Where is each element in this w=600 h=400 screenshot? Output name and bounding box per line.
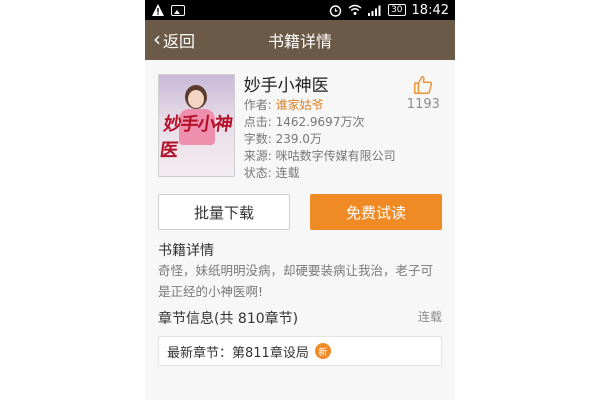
cover-title: 妙手小神医 — [158, 114, 234, 161]
free-trial-read-button[interactable]: 免费试读 — [310, 194, 442, 230]
source-row: 来源: 咪咕数字传媒有限公司 — [244, 148, 404, 165]
status-time: 18:42 — [411, 2, 449, 18]
chapter-header: 章节信息(共 810章节) 连载 — [145, 302, 455, 328]
book-info: 妙手小神医 妙手小神医 作者: 谁家姑爷 点击: 1462.9697万次 字数:… — [145, 60, 455, 182]
status-value: 连载 — [275, 166, 300, 180]
cover-figure-face — [188, 90, 204, 108]
book-cover[interactable]: 妙手小神医 — [158, 74, 235, 177]
author-row: 作者: 谁家姑爷 — [244, 97, 404, 114]
like-count: 1193 — [406, 97, 440, 112]
alarm-icon — [329, 4, 342, 17]
clicks-label: 点击: — [243, 115, 272, 129]
status-label: 状态: — [243, 166, 272, 180]
words-row: 字数: 239.0万 — [244, 131, 404, 148]
status-left — [151, 3, 185, 17]
clicks-row: 点击: 1462.9697万次 — [244, 114, 404, 131]
back-chevron-icon: ‹ — [153, 27, 161, 51]
phone-screen: 30 18:42 ‹ 返回 书籍详情 妙手小神医 妙手小神医 作者: 谁家姑爷 … — [145, 0, 455, 400]
back-label: 返回 — [163, 32, 196, 51]
new-badge-icon: 新 — [314, 343, 331, 359]
battery-icon: 30 — [388, 4, 406, 16]
back-button[interactable]: ‹ 返回 — [153, 20, 195, 60]
action-buttons: 批量下载 免费试读 — [145, 182, 455, 230]
thumbs-up-icon — [414, 75, 433, 94]
page-title: 书籍详情 — [267, 32, 332, 51]
latest-chapter-row[interactable]: 最新章节：第811章设局 新 — [158, 336, 442, 366]
book-description: 奇怪，妹纸明明没病，却硬要装病让我治，老子可是正经的小神医啊! — [158, 263, 434, 299]
batch-download-button[interactable]: 批量下载 — [158, 194, 290, 230]
book-title: 妙手小神医 — [243, 76, 329, 96]
chapter-status: 连载 — [417, 310, 442, 324]
words-value: 239.0万 — [275, 132, 322, 146]
words-label: 字数: — [243, 132, 272, 146]
status-bar: 30 18:42 — [145, 0, 455, 20]
signal-icon — [368, 5, 381, 16]
book-meta: 妙手小神医 作者: 谁家姑爷 点击: 1462.9697万次 字数: 239.0… — [244, 74, 404, 182]
warning-icon — [152, 4, 164, 16]
image-icon — [171, 4, 185, 16]
details-heading: 书籍详情 — [158, 243, 214, 259]
chapter-info-title: 章节信息(共 810章节) — [158, 311, 299, 327]
app-bar: ‹ 返回 书籍详情 — [145, 20, 455, 60]
status-row: 状态: 连载 — [244, 165, 404, 182]
wifi-icon — [348, 4, 362, 15]
source-value: 咪咕数字传媒有限公司 — [275, 149, 396, 163]
source-label: 来源: — [243, 149, 272, 163]
like-button[interactable]: 1193 — [404, 74, 443, 182]
latest-chapter-label: 最新章节：第811章设局 — [167, 345, 309, 361]
clicks-value: 1462.9697万次 — [275, 115, 365, 129]
author-label: 作者: — [243, 98, 272, 112]
status-right: 30 18:42 — [329, 3, 449, 18]
author-link[interactable]: 谁家姑爷 — [276, 98, 324, 112]
